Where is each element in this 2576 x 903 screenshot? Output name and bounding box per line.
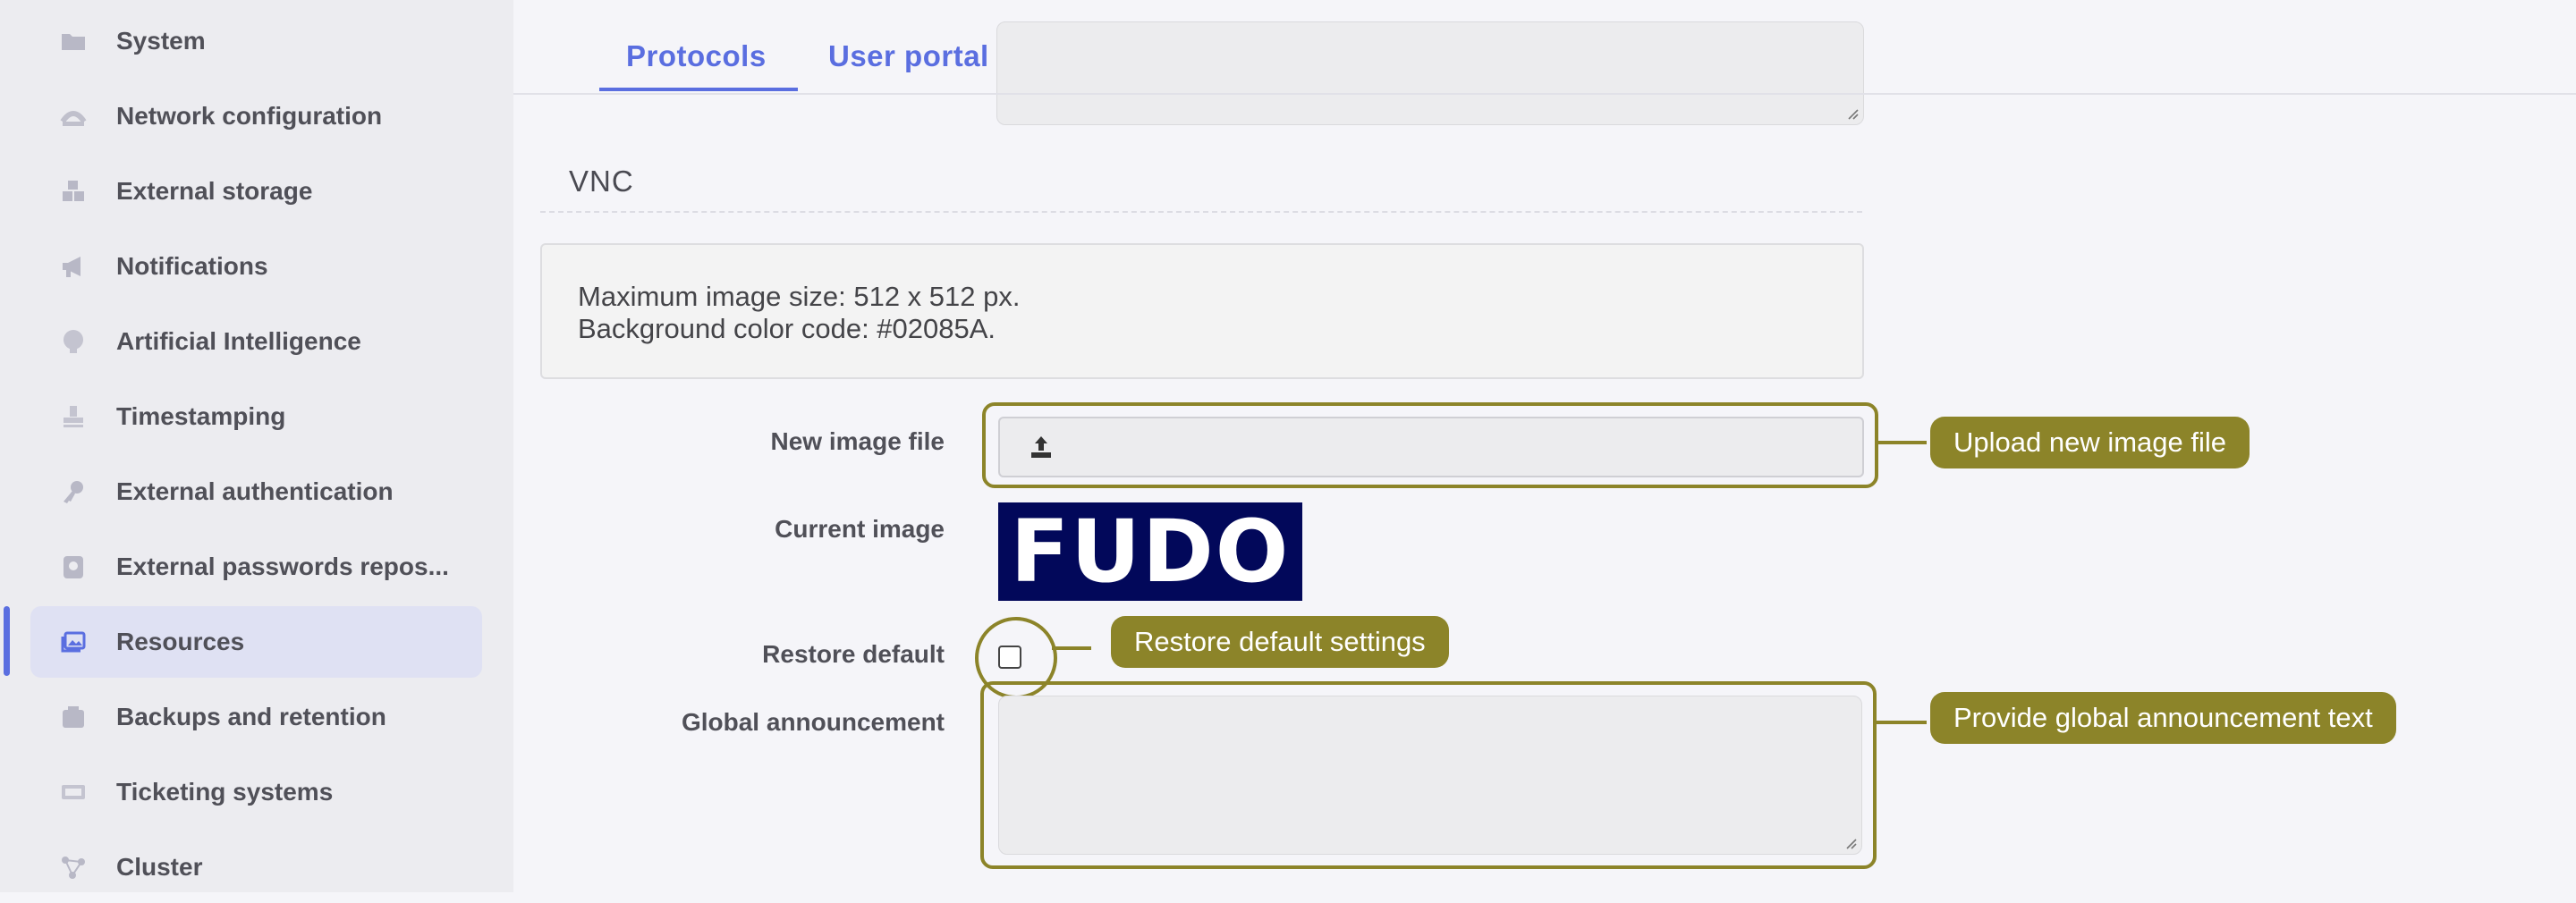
info-line: Background color code: #02085A. — [578, 313, 996, 344]
key-icon — [57, 477, 89, 507]
cluster-icon — [57, 852, 89, 882]
tab-protocols[interactable]: Protocols — [626, 39, 767, 73]
sidebar-item-external-storage[interactable]: External storage — [30, 156, 482, 227]
sidebar-item-label: Network configuration — [116, 102, 383, 130]
tab-user-portal[interactable]: User portal — [828, 39, 989, 73]
vault-icon — [57, 552, 89, 582]
megaphone-icon — [57, 251, 89, 282]
section-title: VNC — [569, 165, 634, 198]
stamp-icon — [57, 401, 89, 432]
announcement-highlight — [980, 681, 1877, 869]
backup-icon — [57, 702, 89, 732]
upload-connector — [1875, 441, 1927, 444]
restore-callout: Restore default settings — [1111, 616, 1449, 668]
restore-default-label: Restore default — [762, 640, 945, 668]
new-image-file-label: New image file — [770, 427, 945, 455]
section-divider — [540, 211, 1862, 213]
sidebar-item-label: Timestamping — [116, 402, 286, 430]
sidebar-item-label: System — [116, 27, 206, 55]
active-tab-underline — [599, 88, 798, 91]
sidebar-item-label: Cluster — [116, 853, 203, 881]
resize-grip-icon[interactable] — [1845, 106, 1860, 121]
tab-bar: Protocols User portal — [513, 0, 2576, 95]
current-image-label: Current image — [775, 515, 945, 543]
info-box: Maximum image size: 512 x 512 px. Backgr… — [540, 243, 1864, 379]
sidebar-item-notifications[interactable]: Notifications — [30, 231, 482, 302]
current-image-preview: FUDO — [998, 502, 1302, 602]
global-announcement-label: Global announcement — [681, 708, 945, 736]
announcement-connector — [1873, 721, 1927, 724]
info-line: Maximum image size: 512 x 512 px. — [578, 281, 1021, 312]
sidebar-item-label: Notifications — [116, 252, 268, 280]
sidebar: System Network configuration External st… — [0, 0, 513, 892]
sidebar-item-cluster[interactable]: Cluster — [30, 831, 482, 903]
sidebar-item-label: Artificial Intelligence — [116, 327, 361, 355]
sidebar-item-backups-and-retention[interactable]: Backups and retention — [30, 681, 482, 753]
sidebar-item-system[interactable]: System — [30, 5, 482, 77]
sidebar-item-ticketing-systems[interactable]: Ticketing systems — [30, 756, 482, 828]
sidebar-item-label: Ticketing systems — [116, 778, 334, 806]
folder-icon — [57, 26, 89, 56]
announcement-callout: Provide global announcement text — [1930, 692, 2396, 744]
sidebar-item-label: Backups and retention — [116, 703, 386, 730]
upload-callout: Upload new image file — [1930, 417, 2250, 468]
sidebar-item-label: External storage — [116, 177, 313, 205]
restore-connector — [1052, 646, 1091, 650]
sidebar-item-external-passwords-repos[interactable]: External passwords repos... — [30, 531, 482, 603]
sidebar-item-timestamping[interactable]: Timestamping — [30, 381, 482, 452]
active-indicator — [4, 606, 10, 676]
sidebar-item-artificial-intelligence[interactable]: Artificial Intelligence — [30, 306, 482, 377]
brain-icon — [57, 326, 89, 357]
network-icon — [57, 101, 89, 131]
sidebar-item-label: Resources — [116, 628, 245, 655]
sidebar-item-label: External authentication — [116, 477, 394, 505]
main-content: Protocols User portal VNC Maximum image … — [513, 0, 2576, 892]
image-gallery-icon — [57, 627, 89, 657]
ticket-icon — [57, 777, 89, 807]
upload-highlight — [982, 402, 1878, 488]
storage-icon — [57, 176, 89, 207]
sidebar-item-resources[interactable]: Resources — [30, 606, 482, 678]
sidebar-item-label: External passwords repos... — [116, 553, 449, 580]
sidebar-item-external-authentication[interactable]: External authentication — [30, 456, 482, 527]
fudo-logo: FUDO — [1010, 502, 1291, 602]
sidebar-item-network-configuration[interactable]: Network configuration — [30, 80, 482, 152]
